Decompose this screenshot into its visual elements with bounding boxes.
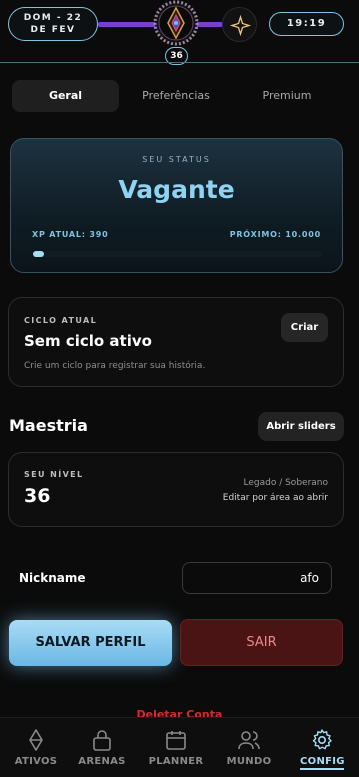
tab-premium[interactable]: Premium bbox=[232, 80, 342, 112]
nav-label: MUNDO bbox=[226, 756, 272, 767]
status-label: SEU STATUS bbox=[142, 155, 211, 164]
status-progress-fill bbox=[33, 251, 45, 257]
xp-current: XP ATUAL: 390 bbox=[32, 230, 109, 239]
nav-label: ARENAS bbox=[78, 756, 126, 767]
save-profile-button[interactable]: SALVAR PERFIL bbox=[9, 620, 172, 666]
bottom-nav: ATIVOS ARENAS PLANNER MUNDO CONFIG bbox=[0, 717, 359, 777]
xp-next: PRÓXIMO: 10.000 bbox=[229, 230, 321, 239]
tab-preferencias[interactable]: Preferências bbox=[122, 80, 230, 112]
date-line-1: DOM - 22 bbox=[23, 13, 83, 23]
maestria-title: Maestria bbox=[9, 416, 88, 435]
date-line-2: DE FEV bbox=[30, 25, 76, 35]
ciclo-card: CICLO ATUAL Sem ciclo ativo Crie um cicl… bbox=[8, 297, 344, 387]
header-divider bbox=[0, 62, 359, 63]
star-button[interactable] bbox=[222, 7, 257, 42]
avatar[interactable] bbox=[150, 0, 202, 46]
gear-icon bbox=[312, 729, 332, 750]
nav-label-active: CONFIG bbox=[300, 756, 344, 770]
edit-hint: Editar por área ao abrir bbox=[222, 493, 328, 503]
nav-label: PLANNER bbox=[148, 756, 204, 767]
nav-label: ATIVOS bbox=[14, 756, 58, 767]
nickname-input[interactable] bbox=[182, 562, 332, 594]
abrir-sliders-button[interactable]: Abrir sliders bbox=[258, 412, 344, 441]
status-name: Vagante bbox=[118, 175, 235, 204]
status-card: SEU STATUS Vagante XP ATUAL: 390 PRÓXIMO… bbox=[10, 138, 343, 273]
logout-button[interactable]: SAIR bbox=[180, 619, 343, 666]
nav-config[interactable]: CONFIG bbox=[286, 718, 358, 777]
nav-mundo[interactable]: MUNDO bbox=[213, 718, 285, 777]
criar-button[interactable]: Criar bbox=[281, 313, 328, 342]
nav-ativos[interactable]: ATIVOS bbox=[0, 718, 72, 777]
nav-arenas[interactable]: ARENAS bbox=[66, 718, 138, 777]
rank-label: Legado / Soberano bbox=[243, 478, 329, 488]
ciclo-title: Sem ciclo ativo bbox=[24, 332, 152, 350]
calendar-icon bbox=[166, 731, 186, 750]
nickname-label: Nickname bbox=[19, 571, 86, 585]
tab-geral[interactable]: Geral bbox=[12, 80, 119, 112]
ciclo-label: CICLO ATUAL bbox=[24, 316, 98, 325]
nav-planner[interactable]: PLANNER bbox=[140, 718, 212, 777]
top-bar: DOM - 22 DE FEV 36 19:19 bbox=[0, 0, 359, 65]
ciclo-description: Crie um ciclo para registrar sua históri… bbox=[24, 361, 206, 371]
rank-emblem-icon bbox=[153, 0, 199, 46]
time-pill: 19:19 bbox=[269, 12, 344, 36]
diamond-icon bbox=[29, 729, 43, 751]
lock-icon bbox=[93, 730, 111, 751]
nivel-label: SEU NÍVEL bbox=[24, 470, 84, 479]
users-icon bbox=[238, 731, 260, 750]
nivel-card[interactable]: SEU NÍVEL 36 Legado / Soberano Editar po… bbox=[8, 452, 344, 527]
settings-tabs: Geral Preferências Premium bbox=[10, 80, 346, 112]
sparkle-icon bbox=[229, 14, 252, 37]
date-pill: DOM - 22 DE FEV bbox=[8, 7, 98, 41]
status-progress-track bbox=[33, 251, 322, 257]
nivel-value: 36 bbox=[24, 485, 51, 507]
